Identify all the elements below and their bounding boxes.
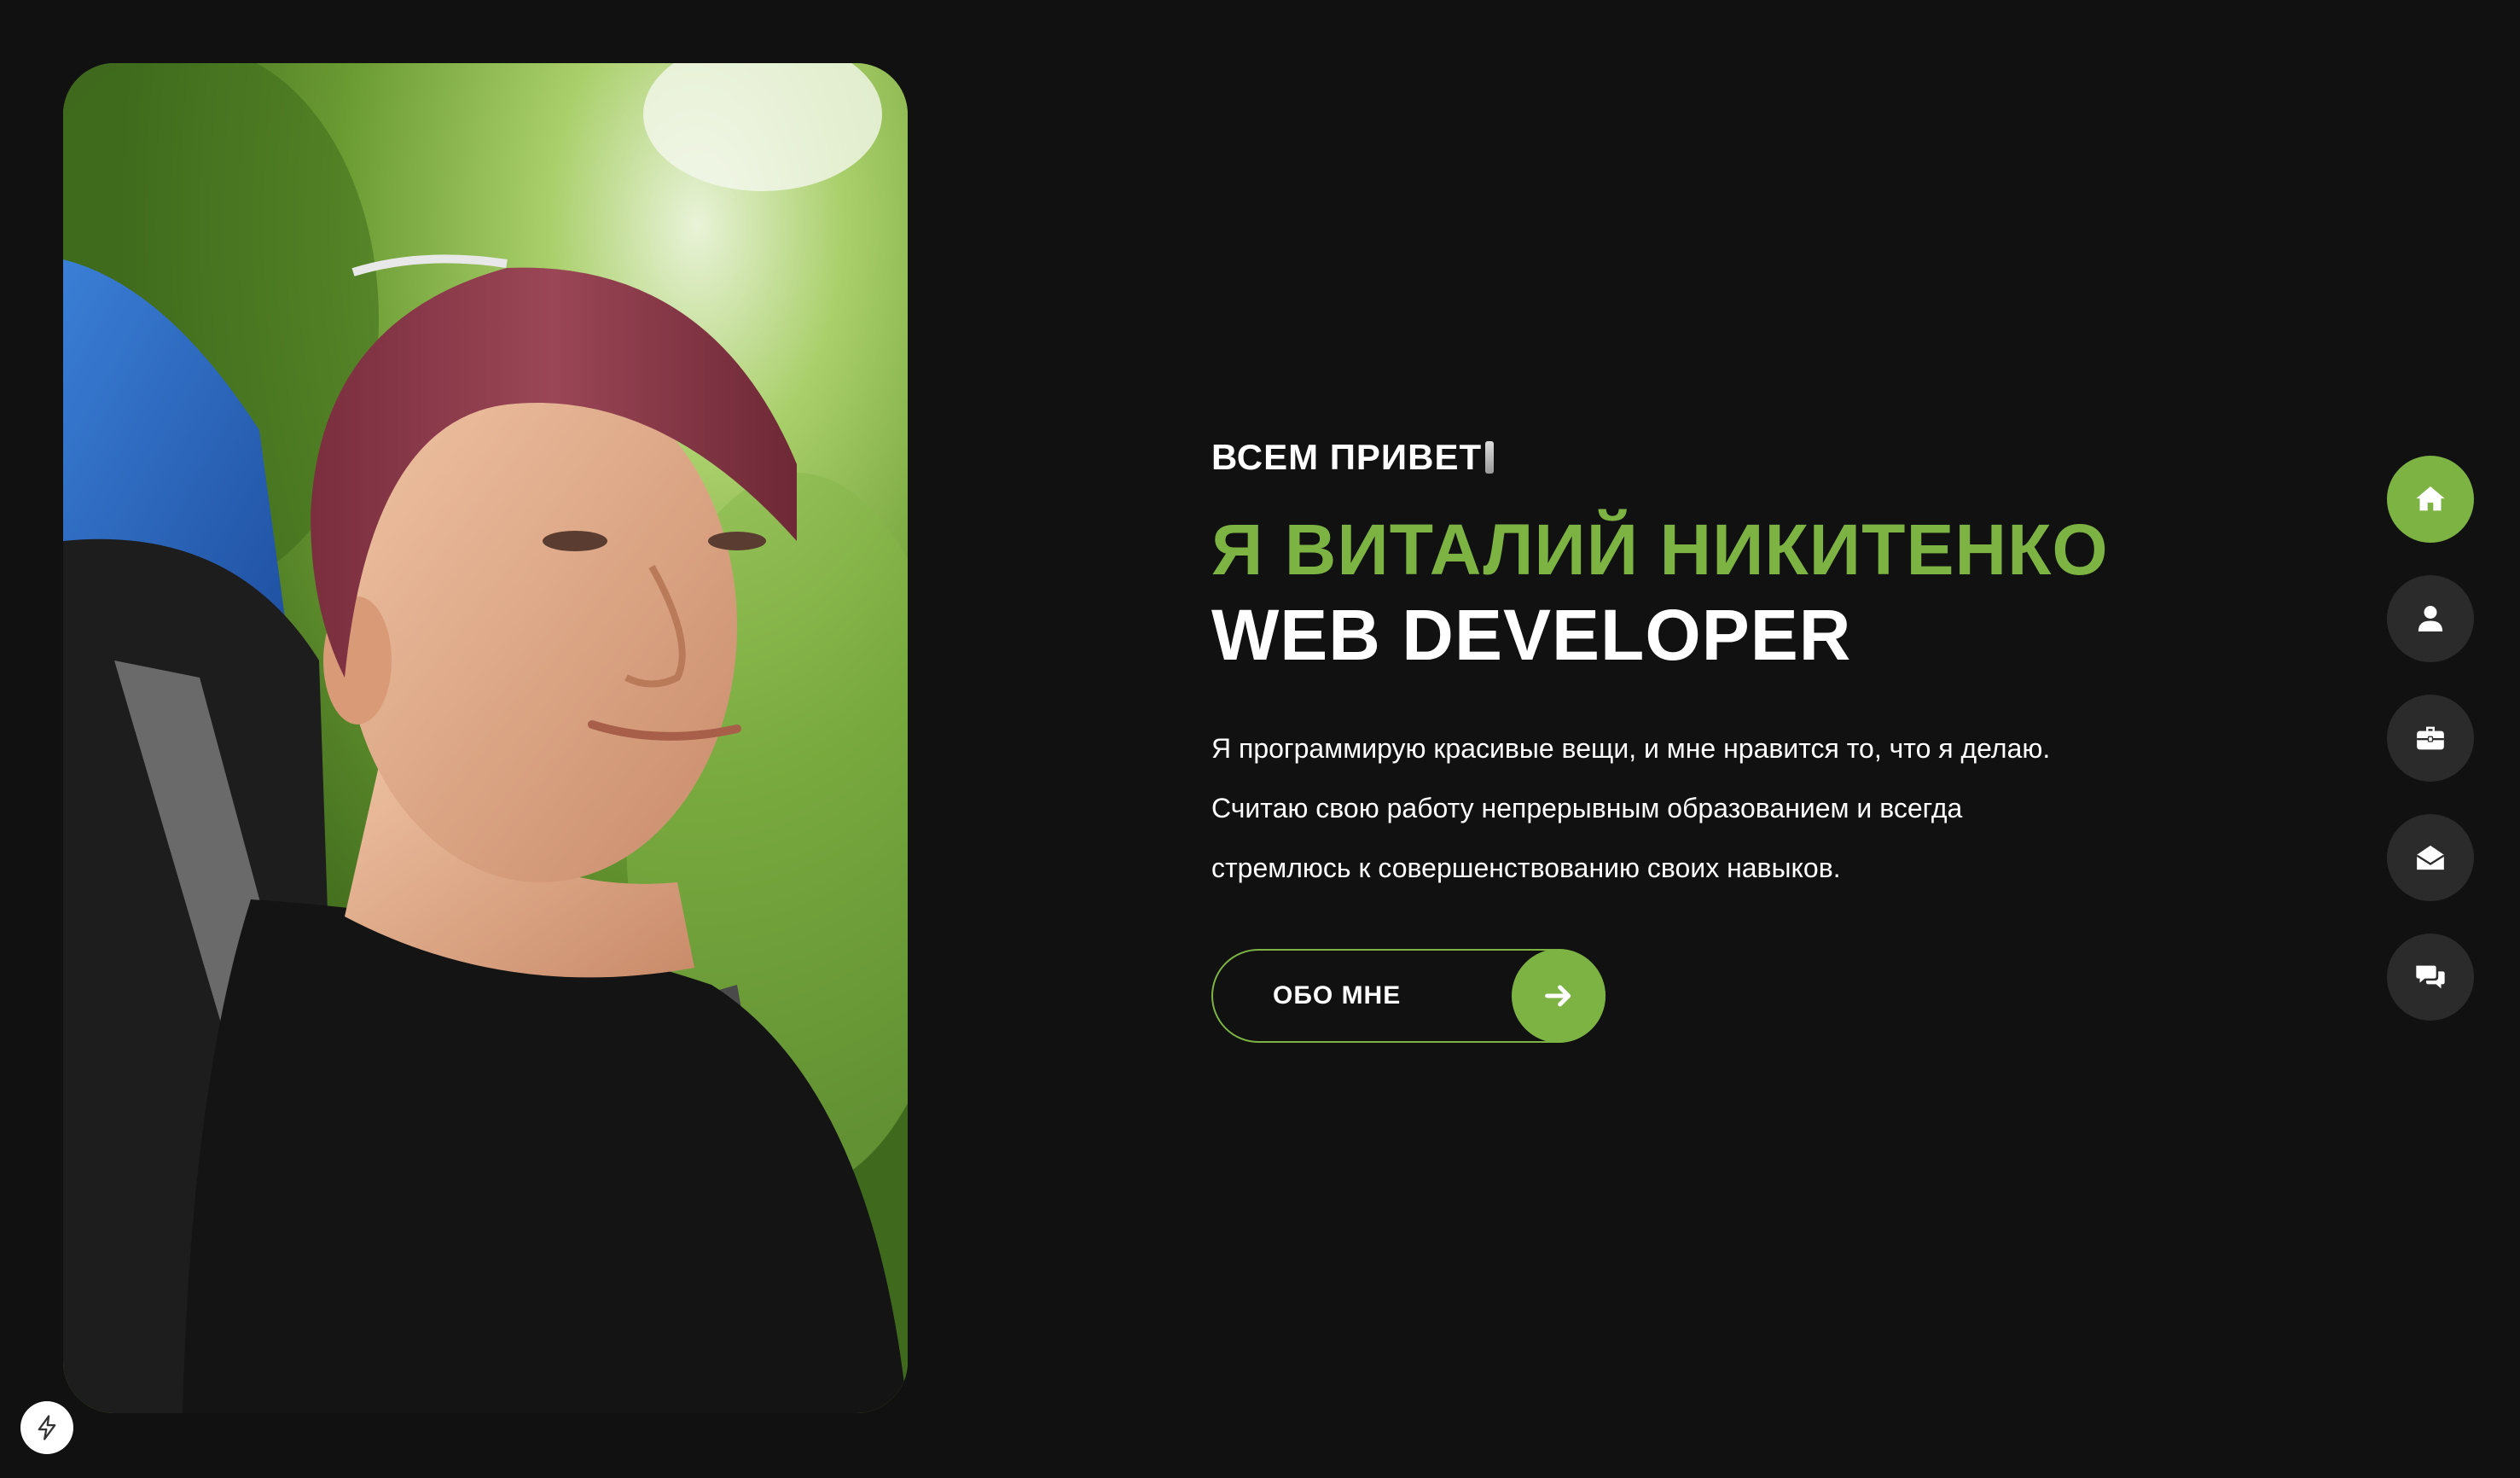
bio-line: стремлюсь к совершенствованию своих навы… xyxy=(1211,852,1841,883)
waving-hand-icon xyxy=(1485,441,1495,474)
briefcase-icon xyxy=(2417,726,2444,750)
greeting-text: ВСЕМ ПРИВЕТ xyxy=(1211,437,1483,477)
page: ВСЕМ ПРИВЕТ Я ВИТАЛИЙ НИКИТЕНКО WEB DEVE… xyxy=(0,0,2520,1478)
nav-portfolio-button[interactable] xyxy=(2387,695,2474,782)
bio-line: Считаю свою работу непрерывным образован… xyxy=(1211,793,1963,823)
home-icon xyxy=(2416,486,2445,511)
side-navigation xyxy=(2387,456,2474,1053)
arrow-right-icon xyxy=(1512,949,1605,1043)
role-heading: WEB DEVELOPER xyxy=(1211,595,1852,675)
profile-photo xyxy=(63,63,908,1413)
nav-blog-button[interactable] xyxy=(2387,934,2474,1021)
lightning-icon xyxy=(38,1415,56,1440)
lightning-badge[interactable] xyxy=(20,1401,73,1454)
user-icon xyxy=(2418,606,2443,631)
nav-home-button[interactable] xyxy=(2387,456,2474,543)
about-me-button[interactable]: ОБО МНЕ xyxy=(1211,949,1605,1043)
comments-icon xyxy=(2416,965,2445,989)
bio-text: Я программирую красивые вещи, и мне нрав… xyxy=(1211,719,2184,898)
greeting-heading: ВСЕМ ПРИВЕТ xyxy=(1211,437,2235,478)
name-heading: Я ВИТАЛИЙ НИКИТЕНКО xyxy=(1211,509,2109,590)
envelope-open-icon xyxy=(2416,845,2445,870)
about-me-button-label: ОБО МНЕ xyxy=(1273,981,1402,1010)
nav-about-button[interactable] xyxy=(2387,575,2474,662)
profile-photo-illustration xyxy=(63,63,908,1413)
bio-line: Я программирую красивые вещи, и мне нрав… xyxy=(1211,733,2051,764)
hero-section: ВСЕМ ПРИВЕТ Я ВИТАЛИЙ НИКИТЕНКО WEB DEVE… xyxy=(1211,437,2235,1043)
nav-contact-button[interactable] xyxy=(2387,814,2474,901)
